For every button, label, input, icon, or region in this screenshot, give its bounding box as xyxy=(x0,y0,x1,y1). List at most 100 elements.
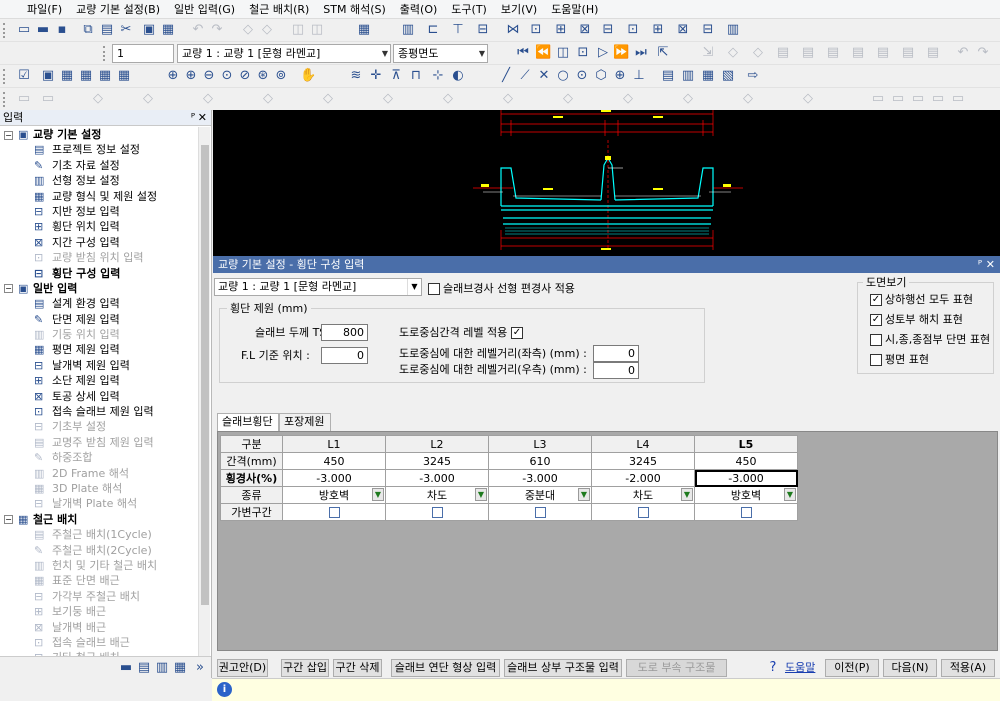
rebar-b-icon[interactable]: ⊡ xyxy=(528,22,544,38)
circle-center-icon[interactable]: ⊙ xyxy=(574,68,590,84)
output-tab-icon[interactable]: ▥ xyxy=(154,660,170,676)
tree-item[interactable]: ▦ 교량 형식 및 제원 설정 xyxy=(0,189,198,204)
menu-stm[interactable]: STM 해석(S) xyxy=(316,1,393,17)
tree-item[interactable]: ⊠ 지간 구성 입력 xyxy=(0,235,198,250)
menu-bridge-basic[interactable]: 교량 기본 설정(B) xyxy=(69,1,167,17)
zoom-extent-icon[interactable]: ⊚ xyxy=(273,68,289,84)
rebar-f-icon[interactable]: ⊡ xyxy=(625,22,641,38)
tree-item[interactable]: ⊟ 횡단 구성 입력 xyxy=(0,266,198,281)
measure-icon[interactable]: ⊹ xyxy=(430,68,446,84)
dialog-bridge-select[interactable]: 교량 1 : 교량 1 [문형 라멘교] ▼ xyxy=(214,278,422,296)
grid-column-header[interactable]: L3 xyxy=(488,435,592,453)
tree-group[interactable]: − ▦ 철근 배치 xyxy=(0,512,198,527)
print-icon[interactable]: ▣ xyxy=(141,22,157,38)
export-green-icon[interactable]: ⇨ xyxy=(745,68,761,84)
menu-rebar[interactable]: 철근 배치(R) xyxy=(242,1,316,17)
first-page-icon[interactable]: ⏮ xyxy=(515,45,531,61)
dropdown-arrow-icon[interactable]: ▼ xyxy=(681,488,693,501)
layout-b-icon[interactable]: ⊏ xyxy=(425,22,441,38)
rebar-d-icon[interactable]: ⊠ xyxy=(577,22,593,38)
type-cell[interactable]: 중분대 ▼ xyxy=(488,486,592,504)
left-level-input[interactable]: 0 xyxy=(593,345,639,362)
perp-icon[interactable]: ⊥ xyxy=(631,68,647,84)
section-drawing-view[interactable] xyxy=(213,110,1000,256)
prev-button[interactable]: 이전(P) xyxy=(825,659,879,677)
tool-d-icon[interactable]: ◫ xyxy=(309,22,325,38)
right-level-input[interactable]: 0 xyxy=(593,362,639,379)
tool-c-icon[interactable]: ◫ xyxy=(290,22,306,38)
polyline-icon[interactable]: ⟋ xyxy=(517,68,533,84)
tree-item[interactable]: ⊞ 소단 제원 입력 xyxy=(0,373,198,388)
tree-item[interactable]: ▦ 평면 제원 입력 xyxy=(0,342,198,357)
new-file-icon[interactable]: ▭ xyxy=(16,22,32,38)
tree-item[interactable]: ✎ 단면 제원 입력 xyxy=(0,312,198,327)
collapse-icon[interactable]: − xyxy=(4,515,13,525)
tree-item[interactable]: ▥ 선형 정보 설정 xyxy=(0,173,198,188)
slab-top-structure-button[interactable]: 슬래브 상부 구조물 입력 xyxy=(504,659,622,677)
menu-general-input[interactable]: 일반 입력(G) xyxy=(167,1,242,17)
menu-help[interactable]: 도움말(H) xyxy=(544,1,605,17)
folder-icon[interactable]: ▬ xyxy=(118,660,134,676)
slope-cell[interactable]: -3.000 xyxy=(694,469,798,487)
print-preview-icon[interactable]: ▦ xyxy=(160,22,176,38)
circle-icon[interactable]: ○ xyxy=(555,68,571,84)
drawing-tab-icon[interactable]: ▦ xyxy=(172,660,188,676)
zoom-in-icon[interactable]: ⊕ xyxy=(183,68,199,84)
last-page-icon[interactable]: ⏭ xyxy=(633,45,649,61)
layout-d-icon[interactable]: ⊟ xyxy=(475,22,491,38)
variable-checkbox[interactable] xyxy=(534,507,546,518)
tree-item[interactable]: ⊟ 날개벽 제원 입력 xyxy=(0,358,198,373)
rebar-e-icon[interactable]: ⊟ xyxy=(600,22,616,38)
next-button[interactable]: 다음(N) xyxy=(883,659,937,677)
rebar-h-icon[interactable]: ⊠ xyxy=(675,22,691,38)
menu-output[interactable]: 출력(O) xyxy=(393,1,444,17)
pan-hand-icon[interactable]: ✋ xyxy=(300,68,316,84)
checkbox-tool-icon[interactable]: ☑ xyxy=(16,68,32,84)
type-cell[interactable]: 차도 ▼ xyxy=(591,486,695,504)
scrollbar-thumb[interactable] xyxy=(201,145,209,605)
road-center-level-checkbox[interactable]: ✓ xyxy=(511,327,523,339)
variable-checkbox[interactable] xyxy=(740,507,752,518)
redo-icon[interactable]: ↷ xyxy=(209,22,225,38)
view-option-checkbox[interactable]: ✓ xyxy=(870,294,882,306)
menu-file[interactable]: 파일(F) xyxy=(20,1,69,17)
pin-icon[interactable]: ᴾ xyxy=(191,110,195,125)
paint-icon[interactable]: ◐ xyxy=(450,68,466,84)
toolbar-grip[interactable] xyxy=(3,92,7,107)
toolbar-grip[interactable] xyxy=(3,69,7,84)
hatch-d-icon[interactable]: ▧ xyxy=(720,68,736,84)
slope-cell[interactable]: -3.000 xyxy=(282,469,386,487)
hatch-c-icon[interactable]: ▦ xyxy=(700,68,716,84)
layout-a-icon[interactable]: ▥ xyxy=(400,22,416,38)
delete-span-button[interactable]: 구간 삭제 xyxy=(333,659,382,677)
slope-cell[interactable]: -3.000 xyxy=(385,469,489,487)
bridge-select[interactable]: 교량 1 : 교량 1 [문형 라멘교] ▼ xyxy=(177,44,391,63)
zoom-page-icon[interactable]: ◫ xyxy=(555,45,571,61)
input-tab-icon[interactable]: ▤ xyxy=(136,660,152,676)
tree-item[interactable]: ⊟ 지반 정보 입력 xyxy=(0,204,198,219)
tree-item[interactable]: ⊠ 토공 상세 입력 xyxy=(0,389,198,404)
undo-icon[interactable]: ↶ xyxy=(190,22,206,38)
view-select[interactable]: 종평면도 ▼ xyxy=(393,44,488,63)
batch-a-icon[interactable]: ▦ xyxy=(59,68,75,84)
page-number-field[interactable]: 1 xyxy=(112,44,174,63)
width-cell[interactable]: 450 xyxy=(694,452,798,470)
tree-item[interactable]: ⊞ 횡단 위치 입력 xyxy=(0,219,198,234)
zoom-prev-icon[interactable]: ⊘ xyxy=(237,68,253,84)
tab-slab-cross[interactable]: 슬래브횡단 xyxy=(217,413,279,432)
grid-column-header[interactable]: L5 xyxy=(694,435,798,453)
grid-column-header[interactable]: L2 xyxy=(385,435,489,453)
next-page-icon[interactable]: ⏩ xyxy=(613,45,629,61)
fl-position-input[interactable]: 0 xyxy=(321,347,368,364)
help-link[interactable]: 도움말 xyxy=(785,660,815,676)
zoom-out-icon[interactable]: ⊖ xyxy=(201,68,217,84)
grid-column-header[interactable]: L4 xyxy=(591,435,695,453)
target-icon[interactable]: ⊕ xyxy=(612,68,628,84)
fit-icon[interactable]: ⊡ xyxy=(575,45,591,61)
close-icon[interactable]: ✕ xyxy=(198,110,207,125)
dropdown-arrow-icon[interactable]: ▼ xyxy=(784,488,796,501)
zoom-icon[interactable]: ⊕ xyxy=(165,68,181,84)
slab-slope-checkbox[interactable] xyxy=(428,283,440,295)
variable-checkbox[interactable] xyxy=(328,507,340,518)
slab-end-shape-button[interactable]: 슬래브 연단 형상 입력 xyxy=(391,659,500,677)
